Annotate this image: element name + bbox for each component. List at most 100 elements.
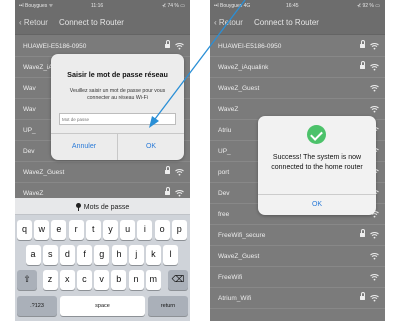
key-m[interactable]: m [145,270,161,290]
wifi-icon [370,85,379,92]
lock-icon [360,229,365,238]
network-row[interactable]: HUAWEI-E5186-0950 [210,36,385,57]
network-name: Dev [218,190,230,197]
nav-bar: ‹ Retour Connect to Router [210,12,385,35]
keyboard: Mots de passe q w e r t y u i o p a s d f g h j k l ⇧ z x c v b n… [15,198,190,321]
success-dialog: Success! The system is now connected to … [258,116,376,215]
key-t[interactable]: t [85,220,101,240]
network-name: WaveZ_Guest [23,169,65,176]
key-h[interactable]: h [111,245,127,265]
key-x[interactable]: x [59,270,75,290]
carrier-label: ••l Bouygues 4G [214,3,251,9]
key-g[interactable]: g [94,245,110,265]
nav-bar: ‹ Retour Connect to Router [15,12,190,35]
network-name: Atrium_Wifi [218,295,252,302]
key-v[interactable]: v [94,270,110,290]
key-k[interactable]: k [145,245,161,265]
key-y[interactable]: y [103,220,118,240]
wifi-icon [370,295,379,302]
key-f[interactable]: f [77,245,93,265]
dialog-buttons: Annuler OK [51,133,184,160]
lock-icon [360,61,365,70]
key-s[interactable]: s [42,245,58,265]
key-l[interactable]: l [163,245,179,265]
battery-indicator: ⊀ 74 % ▭ [161,3,185,9]
network-row[interactable]: Atrium_Wifi [210,288,385,309]
network-row[interactable]: WaveZ_Guest [210,246,385,267]
clock: 16:45 [286,3,299,9]
wifi-icon [175,43,184,50]
key-u[interactable]: u [120,220,136,240]
key-p[interactable]: p [171,220,187,240]
key-q[interactable]: q [17,220,32,240]
network-name: free [218,211,230,218]
delete-key[interactable]: ⌫ [168,270,188,290]
wifi-icon [370,253,379,260]
back-button[interactable]: ‹ Retour [19,18,48,27]
key-d[interactable]: d [59,245,75,265]
shift-key[interactable]: ⇧ [17,270,37,290]
phone-screen-password: ••l Bouygues ᯤ 11:16 ⊀ 74 % ▭ ‹ Retour C… [15,0,190,321]
network-row[interactable]: FreeWifi [210,267,385,288]
cancel-button[interactable]: Annuler [51,134,118,160]
network-name: Wav [23,106,36,113]
network-row[interactable]: WaveZ_Guest [210,78,385,99]
phone-screen-success: ••l Bouygues 4G 16:45 ⊀ 92 % ▭ ‹ Retour … [210,0,385,321]
success-message: Success! The system is now connected to … [271,154,363,171]
return-key[interactable]: return [148,296,188,316]
carrier-label: ••l Bouygues ᯤ [19,3,54,9]
network-name: WaveZ [218,106,239,113]
network-row[interactable]: FreeWifi_secure [210,225,385,246]
key-e[interactable]: e [51,220,67,240]
ok-button[interactable]: OK [118,134,184,160]
lock-icon [165,187,170,196]
password-autofill-bar[interactable]: Mots de passe [15,198,190,215]
network-name: FreeWifi_secure [218,232,266,239]
key-r[interactable]: r [68,220,84,240]
key-w[interactable]: w [34,220,50,240]
network-row[interactable]: WaveZ_iAqualink [210,57,385,78]
status-bar: ••l Bouygues ᯤ 11:16 ⊀ 74 % ▭ [15,0,190,12]
back-button[interactable]: ‹ Retour [214,18,243,27]
wifi-icon [175,190,184,197]
key-z[interactable]: z [42,270,58,290]
password-dialog: Saisir le mot de passe réseau Veuillez s… [51,54,184,160]
network-name: Atriu [218,127,232,134]
battery-indicator: ⊀ 92 % ▭ [356,3,380,9]
password-input[interactable] [59,113,176,125]
network-name: WaveZ_Guest [218,85,260,92]
network-name: UP_ [23,127,36,134]
network-name: port [218,169,230,176]
ok-button[interactable]: OK [258,194,376,215]
status-bar: ••l Bouygues 4G 16:45 ⊀ 92 % ▭ [210,0,385,12]
key-o[interactable]: o [154,220,170,240]
key-b[interactable]: b [111,270,127,290]
key-c[interactable]: c [76,270,92,290]
autofill-label: Mots de passe [83,204,130,211]
dialog-message: Veuillez saisir un mot de passe pour vou… [69,88,166,101]
network-name: UP_ [218,148,231,155]
network-name: Wav [23,85,36,92]
numbers-key[interactable]: .?123 [17,296,57,316]
key-n[interactable]: n [128,270,144,290]
network-row[interactable]: WaveZ_Guest [15,162,190,183]
lock-icon [360,292,365,301]
wifi-icon [370,274,379,281]
network-name: HUAWEI-E5186-0950 [23,43,87,50]
key-a[interactable]: a [25,245,41,265]
network-name: WaveZ_iAqualink [218,64,269,71]
wifi-icon [370,43,379,50]
lock-icon [165,166,170,175]
key-i[interactable]: i [137,220,153,240]
dialog-title: Saisir le mot de passe réseau [67,70,168,79]
network-name: WaveZ_Guest [218,253,260,260]
lock-icon [165,40,170,49]
key-j[interactable]: j [128,245,144,265]
space-key[interactable]: space [60,296,145,316]
wifi-icon [175,169,184,176]
page-title: Connect to Router [254,18,319,27]
lock-icon [360,40,365,49]
wifi-icon [370,106,379,113]
wifi-icon [370,232,379,239]
key-icon [75,203,81,211]
